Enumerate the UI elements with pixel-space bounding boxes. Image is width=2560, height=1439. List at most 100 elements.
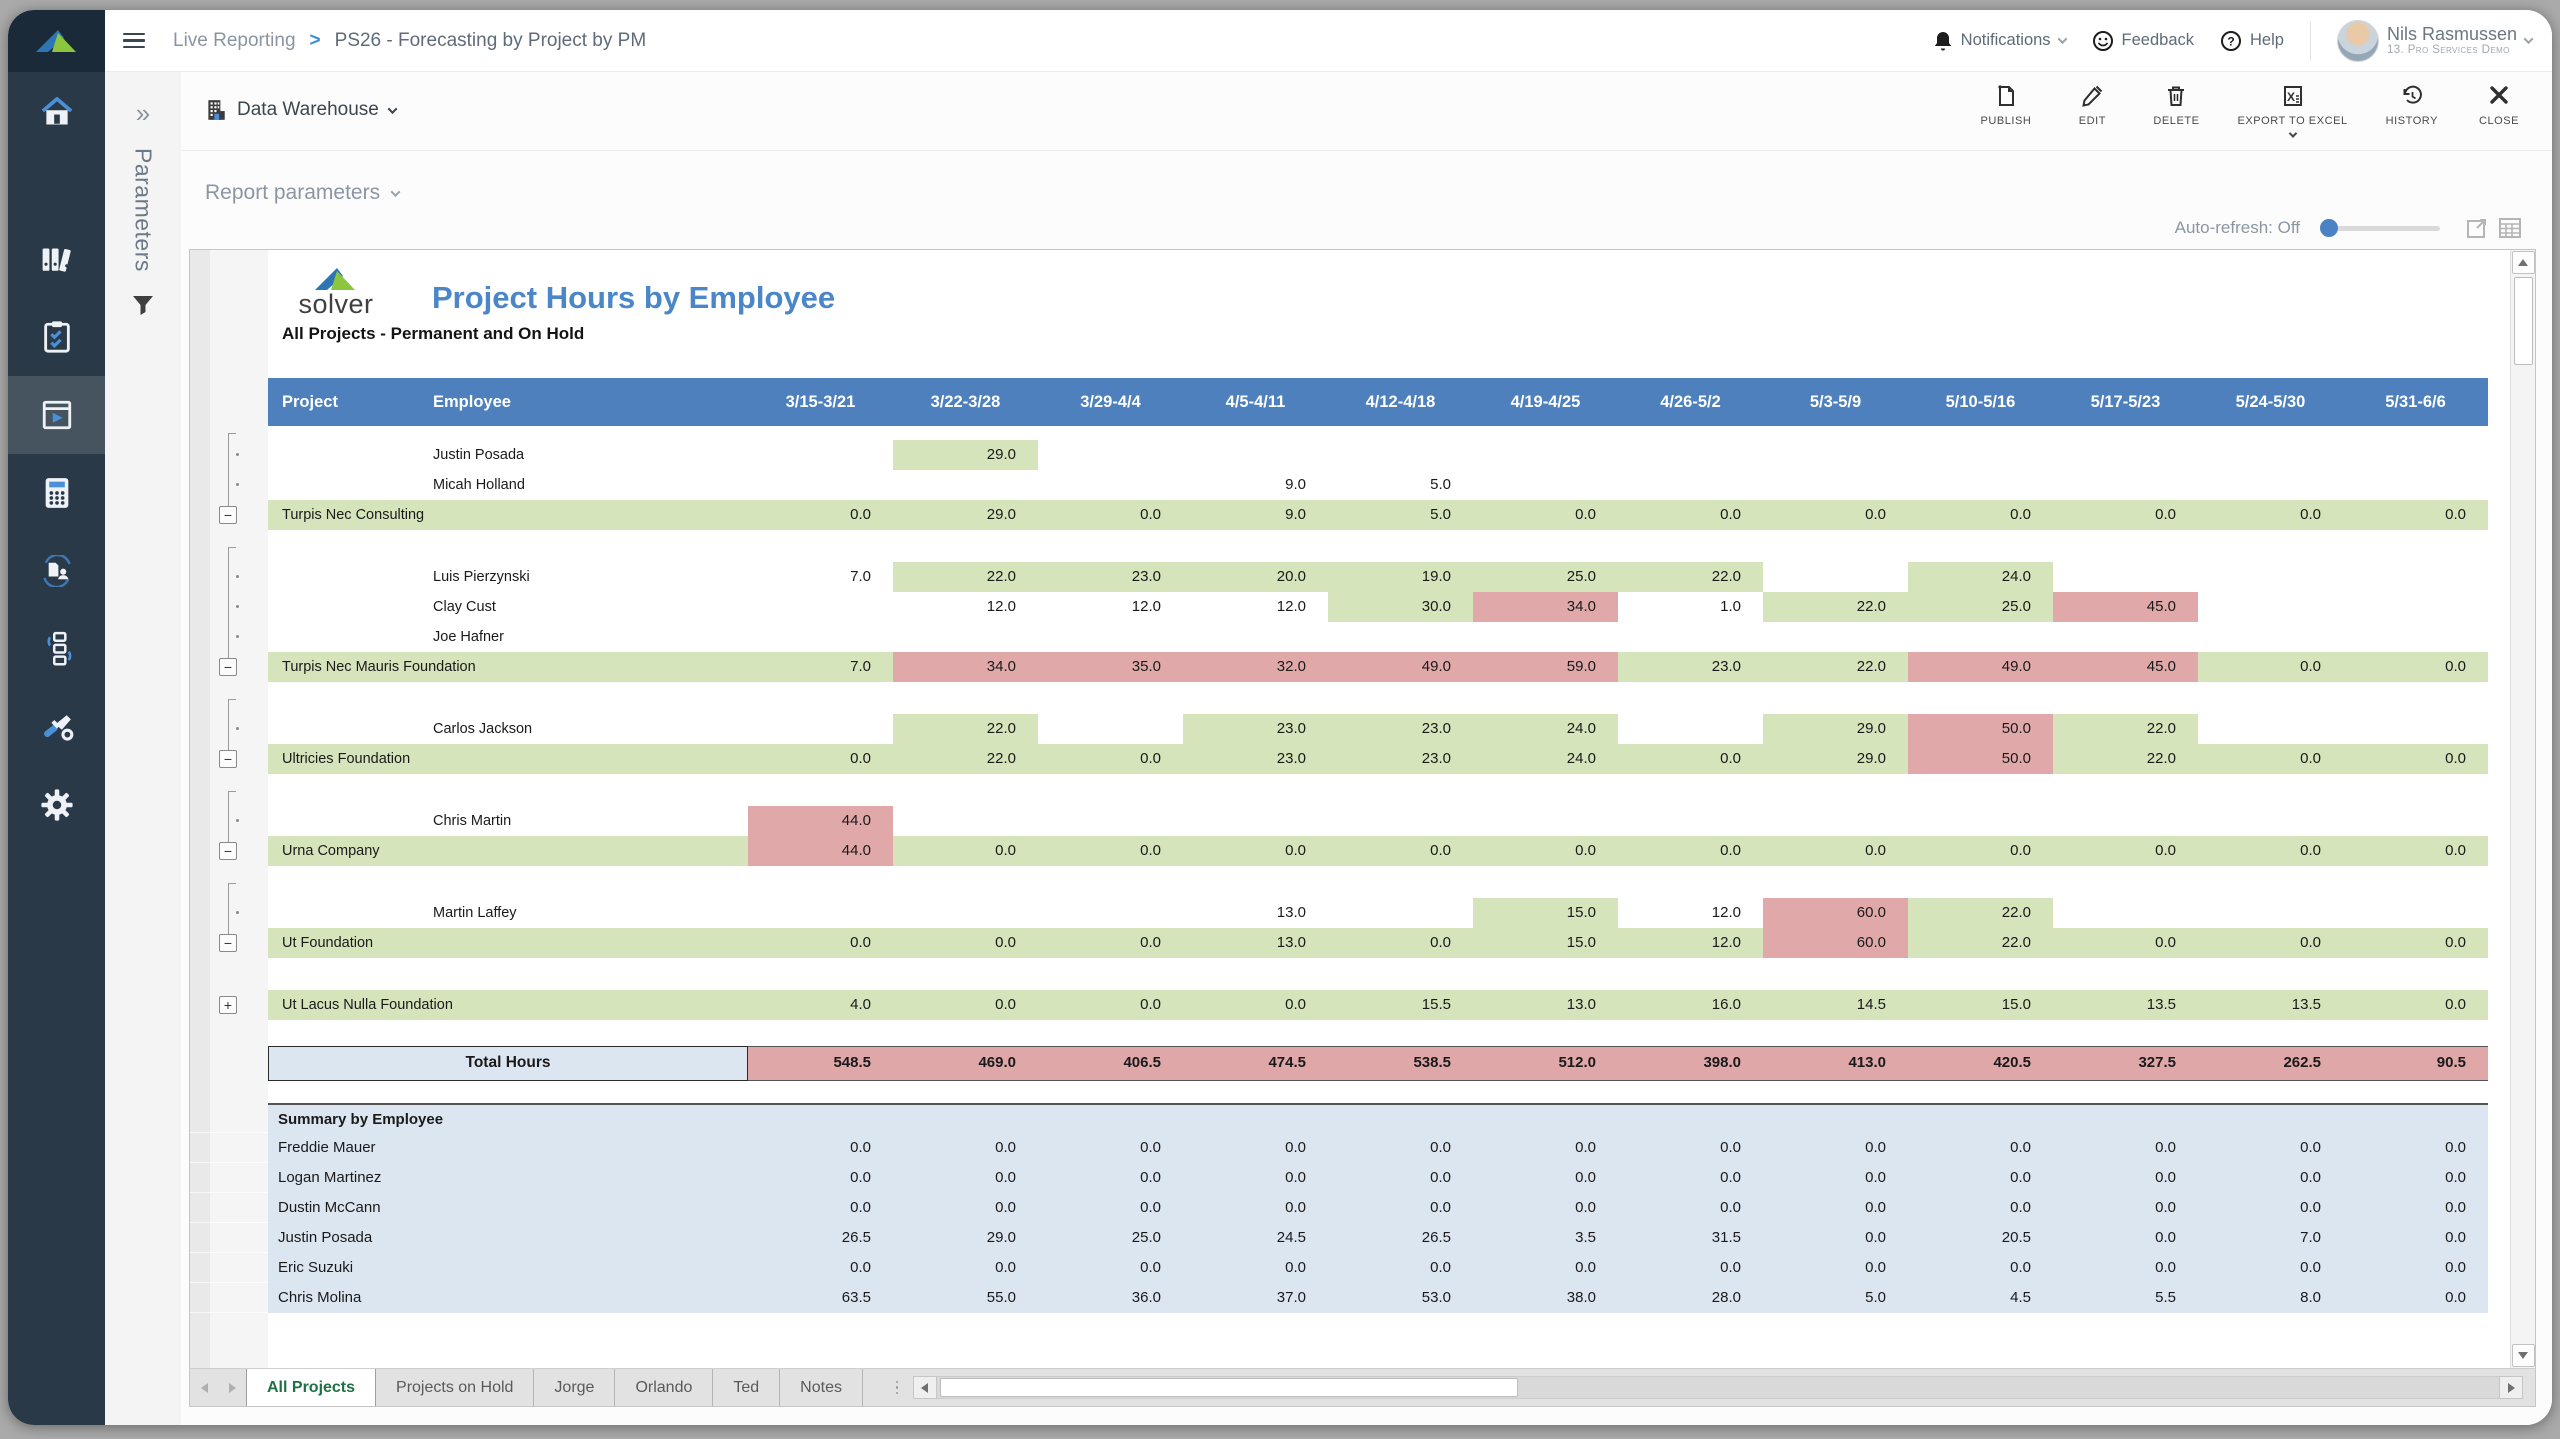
horizontal-scroll-track[interactable]: [937, 1376, 2499, 1399]
hours-cell: 0.0: [1038, 500, 1183, 530]
menu-icon[interactable]: [123, 33, 145, 49]
group-collapse-toggle[interactable]: −: [219, 750, 237, 768]
group-collapse-toggle[interactable]: −: [219, 506, 237, 524]
scroll-right-button[interactable]: [2499, 1376, 2523, 1399]
sidebar-item-live-reporting[interactable]: [8, 376, 105, 454]
hours-cell: 0.0: [2343, 744, 2488, 774]
hours-cell: 0.0: [2053, 500, 2198, 530]
hours-cell: 13.0: [1473, 990, 1618, 1020]
vertical-scrollbar[interactable]: [2510, 250, 2535, 1368]
hours-cell: 49.0: [1908, 652, 2053, 682]
sheet-tab-all-projects[interactable]: All Projects: [246, 1369, 376, 1406]
expand-panel-icon[interactable]: »: [136, 100, 150, 126]
group-expand-toggle[interactable]: +: [219, 996, 237, 1014]
report-player-icon: [40, 398, 74, 432]
slider-knob[interactable]: [2320, 219, 2338, 237]
summary-hours-cell: 0.0: [2343, 1253, 2488, 1283]
summary-hours-cell: 5.0: [1763, 1283, 1908, 1313]
edit-button[interactable]: EDIT: [2069, 84, 2115, 127]
publish-button[interactable]: PUBLISH: [1980, 84, 2031, 127]
hours-cell: 16.0: [1618, 990, 1763, 1020]
summary-row: Justin Posada26.529.025.024.526.53.531.5…: [190, 1223, 2488, 1253]
tab-scroll-right-button[interactable]: [218, 1369, 246, 1406]
scroll-down-button[interactable]: [2512, 1344, 2535, 1367]
bracket-dot: [236, 605, 239, 608]
summary-hours-cell: 31.5: [1618, 1223, 1763, 1253]
auto-refresh-row: Auto-refresh: Off: [181, 205, 2552, 247]
hours-cell: 50.0: [1908, 714, 2053, 744]
hours-cell: 0.0: [2343, 836, 2488, 866]
sidebar-item-settings[interactable]: [8, 766, 105, 844]
breadcrumb-live-reporting[interactable]: Live Reporting: [173, 30, 296, 52]
column-header-week: 4/26-5/2: [1618, 378, 1763, 426]
hours-cell: [2053, 806, 2198, 836]
hours-cell: 5.0: [1328, 500, 1473, 530]
user-menu[interactable]: Nils Rasmussen 13. Pro Services Demo: [2337, 20, 2532, 62]
empty-cell: [2198, 1103, 2343, 1133]
grand-total-cell: 420.5: [1908, 1046, 2053, 1081]
summary-employee-name: Dustin McCann: [278, 1193, 381, 1223]
summary-hours-cell: 4.5: [1908, 1283, 2053, 1313]
sheet-tab-projects-on-hold[interactable]: Projects on Hold: [376, 1369, 534, 1406]
hours-cell: 12.0: [1618, 898, 1763, 928]
hours-cell: [2198, 562, 2343, 592]
sidebar-item-assignments[interactable]: [8, 298, 105, 376]
group-collapse-toggle[interactable]: −: [219, 658, 237, 676]
sheet-tab-orlando[interactable]: Orlando: [615, 1369, 713, 1406]
report-viewer: solver Project Hours by Employee All Pro…: [189, 249, 2536, 1407]
sidebar-item-administration-tools[interactable]: [8, 688, 105, 766]
vertical-scroll-thumb[interactable]: [2514, 277, 2533, 365]
grand-total-cell: 538.5: [1328, 1046, 1473, 1081]
hours-cell: 9.0: [1183, 500, 1328, 530]
report-parameters-toggle[interactable]: Report parameters: [181, 151, 2552, 205]
feedback-button[interactable]: Feedback: [2092, 30, 2194, 52]
hours-cell: 0.0: [1183, 836, 1328, 866]
sidebar-item-archives[interactable]: [8, 220, 105, 298]
help-button[interactable]: ? Help: [2220, 30, 2284, 52]
clipboard-checklist-icon: [41, 320, 73, 354]
open-in-window-icon[interactable]: [2466, 217, 2488, 239]
summary-hours-cell: 0.0: [2053, 1163, 2198, 1193]
filter-icon[interactable]: [131, 294, 155, 316]
hours-cell: 30.0: [1328, 592, 1473, 622]
export-to-excel-button[interactable]: X EXPORT TO EXCEL: [2237, 84, 2347, 138]
avatar: [2337, 20, 2379, 62]
auto-refresh-slider[interactable]: [2322, 226, 2440, 231]
group-collapse-toggle[interactable]: −: [219, 934, 237, 952]
summary-hours-cell: 0.0: [2053, 1193, 2198, 1223]
tab-area-resize-grip[interactable]: [889, 1369, 905, 1406]
group-collapse-toggle[interactable]: −: [219, 842, 237, 860]
empty-cell: [1908, 1103, 2053, 1133]
summary-hours-cell: 0.0: [893, 1253, 1038, 1283]
sidebar-item-assignments-sync[interactable]: [8, 532, 105, 610]
close-button[interactable]: CLOSE: [2476, 84, 2522, 127]
horizontal-scrollbar[interactable]: [913, 1376, 2523, 1399]
scroll-left-button[interactable]: [913, 1376, 937, 1399]
hours-cell: [748, 898, 893, 928]
hours-cell: [1908, 470, 2053, 500]
scroll-up-button[interactable]: [2512, 251, 2535, 274]
summary-hours-cell: 0.0: [748, 1163, 893, 1193]
hours-cell: [1908, 806, 2053, 836]
grid-view-icon[interactable]: [2498, 217, 2522, 239]
grand-total-cell: 398.0: [1618, 1046, 1763, 1081]
parameters-panel-title[interactable]: Parameters: [130, 148, 157, 272]
sidebar-item-process-flow[interactable]: [8, 610, 105, 688]
data-source-selector[interactable]: Data Warehouse: [205, 98, 396, 122]
sheet-tab-jorge[interactable]: Jorge: [534, 1369, 615, 1406]
summary-label-cell: Justin Posada: [268, 1223, 748, 1253]
sheet-tab-notes[interactable]: Notes: [780, 1369, 863, 1406]
notifications-button[interactable]: Notifications: [1933, 30, 2066, 52]
employee-label-cell: Clay Cust: [268, 592, 748, 622]
sidebar-item-home[interactable]: [8, 72, 105, 150]
sidebar-item-budgeting[interactable]: [8, 454, 105, 532]
delete-button[interactable]: DELETE: [2153, 84, 2199, 127]
summary-hours-cell: 0.0: [1908, 1163, 2053, 1193]
sheet-tab-ted[interactable]: Ted: [713, 1369, 780, 1406]
tab-scroll-left-button[interactable]: [190, 1369, 218, 1406]
app-logo[interactable]: [8, 10, 105, 72]
solver-logo-icon: [34, 26, 80, 56]
history-button[interactable]: HISTORY: [2386, 84, 2438, 127]
project-total-row: −Ultricies Foundation0.022.00.023.023.02…: [190, 744, 2488, 774]
horizontal-scroll-thumb[interactable]: [940, 1378, 1518, 1397]
